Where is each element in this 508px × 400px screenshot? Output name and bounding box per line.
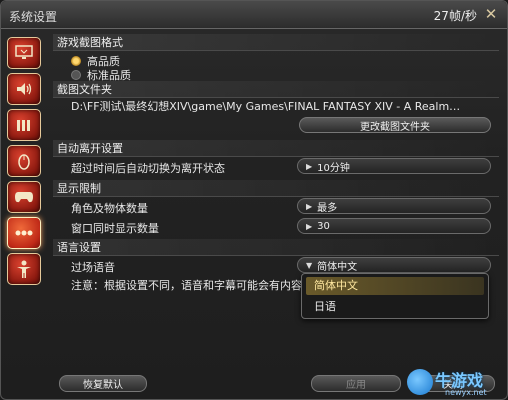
section-language: 语言设置 <box>53 239 499 256</box>
monitor-icon <box>15 45 33 59</box>
auto-away-value: 10分钟 <box>317 162 350 174</box>
window-count-value: 30 <box>317 220 330 232</box>
window-count-select[interactable]: ▶ 30 <box>297 218 491 234</box>
cutscene-voice-select[interactable]: ▼ 简体中文 <box>297 257 491 273</box>
sidebar-item-other[interactable] <box>7 217 41 249</box>
person-icon <box>17 260 31 278</box>
char-count-select[interactable]: ▶ 最多 <box>297 198 491 214</box>
menu-item-japanese[interactable]: 日语 <box>306 298 484 316</box>
language-note: 注意：根据设置不同，语音和字幕可能会有内容 <box>71 279 302 292</box>
settings-window: 系统设置 27帧/秒 ✕ 游戏截图格式 高品质 标准品质 截图文件夹 D:\FF… <box>0 0 508 400</box>
fps-counter: 27帧/秒 <box>433 9 477 23</box>
window-title: 系统设置 <box>9 10 58 24</box>
auto-away-select[interactable]: ▶ 10分钟 <box>297 158 491 174</box>
bars-icon <box>17 120 30 131</box>
cutscene-voice-value: 简体中文 <box>317 261 358 273</box>
caret-right-icon: ▶ <box>306 201 313 211</box>
radio-unselected-icon <box>71 70 81 80</box>
site-watermark: 牛游戏 newyx.net <box>407 367 503 399</box>
char-count-value: 最多 <box>317 202 338 214</box>
title-bar[interactable]: 系统设置 27帧/秒 ✕ <box>1 1 507 29</box>
watermark-url: newyx.net <box>445 388 487 397</box>
gamepad-icon <box>15 192 33 203</box>
section-screenshot-format: 游戏截图格式 <box>53 34 499 51</box>
caret-down-icon: ▼ <box>306 260 313 270</box>
menu-item-simplified-chinese[interactable]: 简体中文 <box>306 277 484 295</box>
change-folder-button[interactable]: 更改截图文件夹 <box>299 117 491 133</box>
mouse-icon <box>18 154 30 170</box>
sidebar-item-graphics[interactable] <box>7 109 41 141</box>
radio-selected-icon <box>71 56 81 66</box>
sidebar-item-display[interactable] <box>7 37 41 69</box>
cutscene-voice-label: 过场语音 <box>71 261 115 274</box>
language-dropdown-menu: 简体中文 日语 <box>301 273 489 319</box>
section-display-limit: 显示限制 <box>53 180 499 197</box>
screenshot-folder-path: D:\FF测试\最终幻想XIV\game\My Games\FINAL FANT… <box>71 100 461 113</box>
sidebar-item-sound[interactable] <box>7 73 41 105</box>
caret-right-icon: ▶ <box>306 221 313 231</box>
close-icon[interactable]: ✕ <box>483 6 499 22</box>
sidebar-item-gamepad[interactable] <box>7 181 41 213</box>
sidebar-item-mouse[interactable] <box>7 145 41 177</box>
section-auto-away: 自动离开设置 <box>53 140 499 157</box>
more-icon <box>15 230 33 236</box>
caret-right-icon: ▶ <box>306 161 313 171</box>
sidebar-item-character[interactable] <box>7 253 41 285</box>
category-sidebar <box>7 37 45 289</box>
auto-away-label: 超过时间后自动切换为离开状态 <box>71 162 225 175</box>
watermark-logo-icon <box>407 369 433 395</box>
reset-default-button[interactable]: 恢复默认 <box>59 375 147 392</box>
char-count-label: 角色及物体数量 <box>71 202 148 215</box>
section-screenshot-folder: 截图文件夹 <box>53 81 499 98</box>
speaker-icon <box>17 83 32 95</box>
apply-button[interactable]: 应用 <box>311 375 401 392</box>
window-count-label: 窗口同时显示数量 <box>71 222 159 235</box>
